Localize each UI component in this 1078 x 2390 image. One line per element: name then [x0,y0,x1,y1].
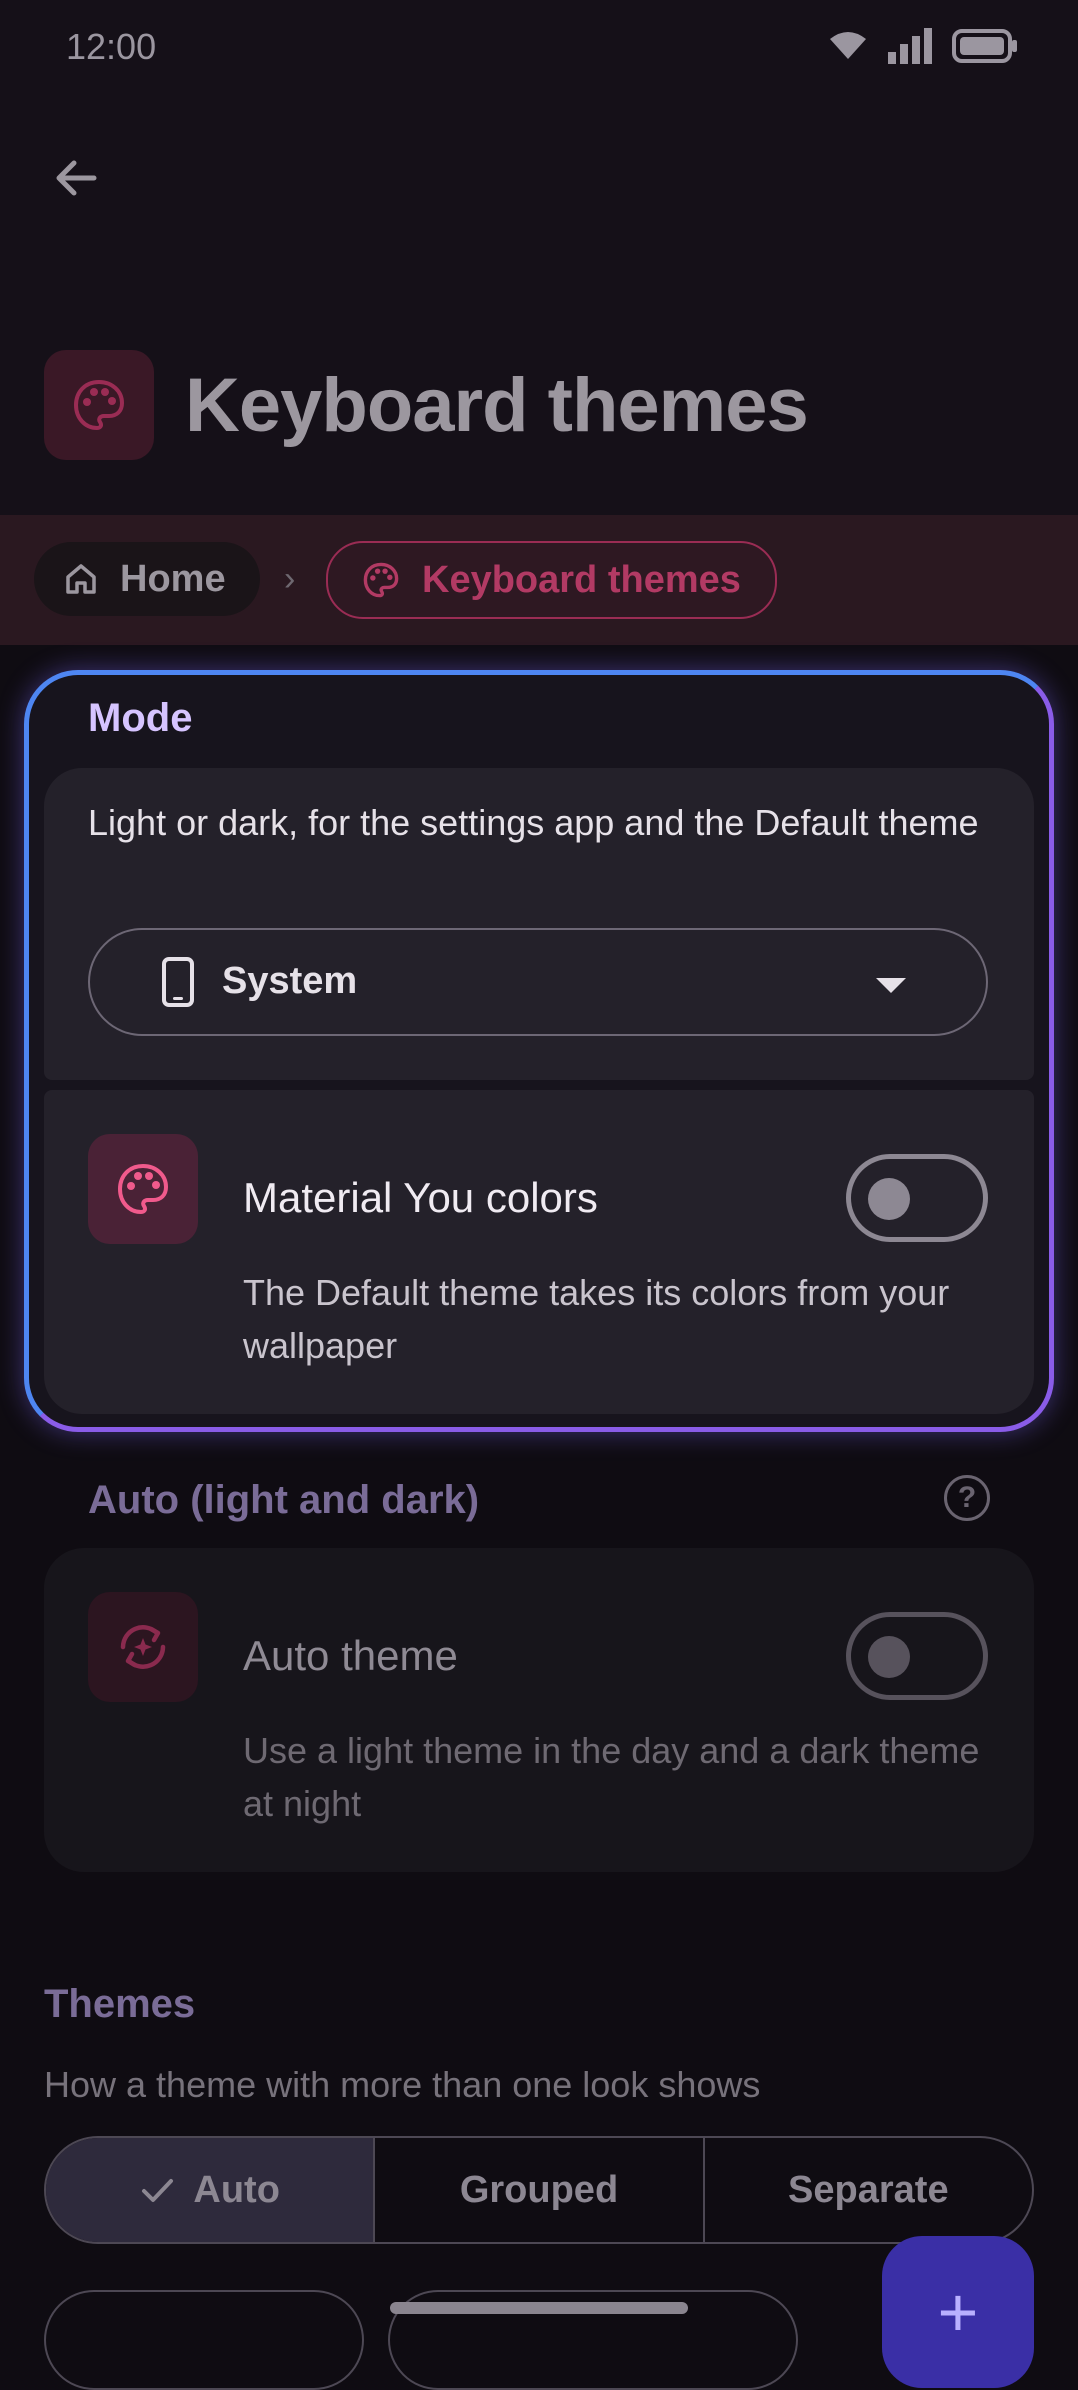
breadcrumb-home[interactable]: Home [34,542,260,616]
auto-section-label: Auto (light and dark) [88,1478,480,1522]
arrow-back-icon [56,160,97,196]
status-icons [828,28,1018,64]
dropdown-arrow-icon [876,978,906,993]
segment-grouped-label: Grouped [459,2168,619,2211]
segment-auto-label: Auto [193,2168,280,2211]
segment-grouped[interactable]: Grouped [375,2138,705,2242]
check-icon [142,2179,174,2202]
breadcrumb-separator: › [284,560,296,598]
auto-theme-icon-container [88,1592,198,1702]
page-title: Keyboard themes [185,363,809,448]
breadcrumb-home-label: Home [120,557,226,600]
material-you-description: The Default theme takes its colors from … [243,1272,950,1366]
import-chip[interactable] [44,2290,364,2390]
title-icon-container [44,350,154,460]
home-icon [66,564,96,594]
back-button[interactable] [48,150,104,206]
auto-theme-title: Auto theme [243,1632,458,1679]
auto-mode-icon [120,1625,166,1669]
palette-icon [73,379,125,431]
mode-description: Light or dark, for the settings app and … [88,802,979,843]
segment-auto[interactable]: Auto [46,2138,376,2242]
breadcrumb-current-label: Keyboard themes [422,558,741,601]
add-theme-fab[interactable]: + [882,2236,1034,2388]
material-you-toggle-knob [868,1178,910,1220]
auto-theme-description: Use a light theme in the day and a dark … [243,1730,980,1824]
auto-theme-toggle-knob [868,1636,910,1678]
mode-dropdown-value: System [222,960,358,1002]
mode-section-label: Mode [88,696,193,740]
breadcrumb-current[interactable]: Keyboard themes [326,541,777,619]
palette-icon [363,562,399,598]
wifi-icon [830,32,866,59]
signal-icon [888,28,932,64]
themes-description: How a theme with more than one look show… [44,2064,761,2105]
status-time: 12:00 [66,26,157,67]
material-you-icon-container [88,1134,198,1244]
palette-icon [117,1163,169,1215]
segment-separate[interactable]: Separate [705,2138,1032,2242]
battery-icon [952,29,1017,63]
help-icon[interactable]: ? [944,1475,990,1521]
themes-section-label: Themes [44,1982,196,2026]
smartphone-icon [162,957,194,1007]
material-you-title: Material You colors [243,1174,598,1221]
theme-display-segmented-control: Auto Grouped Separate [44,2136,1034,2244]
gesture-navigation-bar[interactable] [390,2302,688,2314]
segment-separate-label: Separate [788,2168,949,2211]
